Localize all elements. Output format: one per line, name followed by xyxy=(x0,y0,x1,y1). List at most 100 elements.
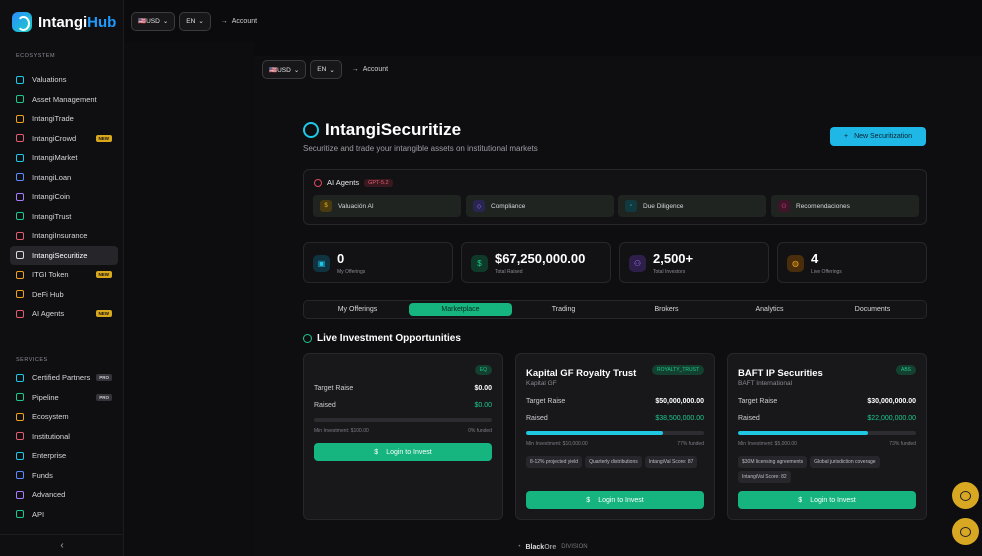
sidebar-item-itgi-token[interactable]: ITGI Token NEW xyxy=(10,265,118,285)
globe-icon: ◍ xyxy=(787,255,804,272)
sidebar-item-label: IntangiMarket xyxy=(32,153,78,163)
sidebar-item-label: DeFi Hub xyxy=(32,289,64,299)
sidebar-item-label: IntangiCoin xyxy=(32,192,70,202)
language-select[interactable]: EN ⌄ xyxy=(179,11,211,31)
users-icon: ⚇ xyxy=(778,200,790,212)
sidebar-item-enterprise[interactable]: Enterprise xyxy=(10,446,118,466)
offering-type-badge: ROYALTY_TRUST xyxy=(651,365,704,375)
target-raise-row: Target Raise $50,000,000.00 xyxy=(526,398,704,405)
sidebar-item-certified-partners[interactable]: Certified Partners PRO xyxy=(10,368,118,388)
page-header: IntangiSecuritize Securitize and trade y… xyxy=(303,120,538,153)
chevron-down-icon: ⌄ xyxy=(198,18,204,25)
feature-chip: 8-12% projected yield xyxy=(526,456,583,468)
login-to-invest-button[interactable]: $ Login to Invest xyxy=(526,491,704,509)
raised-row: Raised $38,500,000.00 xyxy=(526,415,704,422)
login-icon: → xyxy=(351,66,359,73)
raised-row: Raised $0.00 xyxy=(314,402,492,409)
sidebar-item-intangicrowd[interactable]: IntangiCrowd NEW xyxy=(10,129,118,149)
offering-name: Kapital GF Royalty Trust xyxy=(526,368,637,379)
sidebar-item-api[interactable]: API xyxy=(10,505,118,525)
raised-row: Raised $22,000,000.00 xyxy=(738,415,916,422)
sidebar-item-label: API xyxy=(32,509,45,519)
agent-recommendations-button[interactable]: ⚇ Recomendaciones xyxy=(771,195,919,217)
sidebar-item-asset-management[interactable]: Asset Management xyxy=(10,90,118,110)
language-select[interactable]: EN ⌄ xyxy=(310,60,342,79)
rocket-icon xyxy=(16,134,24,143)
offering-type-badge: ABS xyxy=(895,365,916,375)
securitize-tabs: My Offerings Marketplace Trading Brokers Ana… xyxy=(303,300,927,319)
investment-meta: Min Investment: $5,000.00 73% funded xyxy=(738,441,916,447)
sidebar-item-intangicoin[interactable]: IntangiCoin xyxy=(10,187,118,207)
page-subtitle: Securitize and trade your intangible ass… xyxy=(303,144,538,153)
tab-trading[interactable]: Trading xyxy=(512,303,615,316)
offering-card: EQ Target Raise $0.00 Raised $0.00 Min Invest… xyxy=(303,353,503,520)
bank-icon xyxy=(16,251,24,260)
chat-button-secondary[interactable] xyxy=(952,518,979,545)
stat-total-raised: $ $67,250,000.00 Total Raised xyxy=(461,242,611,283)
funding-progress-fill xyxy=(738,431,868,435)
sidebar-nav: Valuations Asset Management IntangiTrade In… xyxy=(10,70,118,324)
bank-icon xyxy=(16,471,24,480)
tab-documents[interactable]: Documents xyxy=(821,303,924,316)
sidebar-item-intangitrust[interactable]: IntangiTrust xyxy=(10,207,118,227)
tab-brokers[interactable]: Brokers xyxy=(615,303,718,316)
sidebar-item-label: ITGI Token xyxy=(32,270,69,280)
funding-progress-fill xyxy=(526,431,664,435)
chat-button[interactable] xyxy=(952,482,979,509)
brand-logo[interactable]: IntangiHub xyxy=(12,12,116,32)
collapse-sidebar-button[interactable]: ‹ xyxy=(0,534,124,556)
live-opportunities-heading: Live Investment Opportunities xyxy=(303,333,461,344)
agent-compliance-button[interactable]: ◇ Compliance xyxy=(466,195,614,217)
agent-valuation-button[interactable]: $ Valuación AI xyxy=(313,195,461,217)
tab-analytics[interactable]: Analytics xyxy=(718,303,821,316)
document-icon xyxy=(16,212,24,221)
document-icon: ▫ xyxy=(625,200,637,212)
sidebar-item-ecosystem[interactable]: Ecosystem xyxy=(10,407,118,427)
new-securitization-button[interactable]: + New Securitization xyxy=(830,127,926,146)
sidebar-item-intangimarket[interactable]: IntangiMarket xyxy=(10,148,118,168)
main-panel: 🇺🇸USD ⌄ EN ⌄ → Account IntangiSecuritize Se… xyxy=(254,56,982,556)
git-icon xyxy=(16,393,24,402)
currency-select[interactable]: 🇺🇸USD ⌄ xyxy=(262,60,307,79)
sidebar-item-label: Ecosystem xyxy=(32,412,69,422)
network-icon xyxy=(16,412,24,421)
chat-icon xyxy=(960,490,971,501)
currency-select[interactable]: 🇺🇸USD ⌄ xyxy=(131,11,176,31)
dollar-icon: $ xyxy=(798,496,803,504)
footer-icon: • xyxy=(518,544,521,550)
sidebar-item-intangitrade[interactable]: IntangiTrade xyxy=(10,109,118,129)
tab-marketplace[interactable]: Marketplace xyxy=(409,303,512,316)
sidebar-item-intangisecuritize[interactable]: IntangiSecuritize xyxy=(10,245,118,265)
investment-meta: Min Investment: $100.00 0% funded xyxy=(314,428,492,434)
bar-chart-icon xyxy=(16,75,24,84)
sidebar-item-pipeline[interactable]: Pipeline PRO xyxy=(10,388,118,408)
shield-icon xyxy=(16,231,24,240)
sidebar-item-intangiinsurance[interactable]: IntangiInsurance xyxy=(10,226,118,246)
briefcase-icon: ▣ xyxy=(313,255,330,272)
stat-live-offerings: ◍ 4 Live Offerings xyxy=(777,242,927,283)
brand-name: Intangi xyxy=(38,13,88,31)
wallet-icon xyxy=(16,114,24,123)
login-to-invest-button[interactable]: $ Login to Invest xyxy=(738,491,916,509)
feature-chip: IntangiVal Score: 82 xyxy=(738,471,791,483)
account-link[interactable]: → Account xyxy=(221,18,257,25)
sidebar-item-funds[interactable]: Funds xyxy=(10,466,118,486)
login-to-invest-button[interactable]: $ Login to Invest xyxy=(314,443,492,461)
securitize-icon xyxy=(303,122,319,138)
sidebar-item-advanced[interactable]: Advanced xyxy=(10,485,118,505)
side-gutter xyxy=(124,42,254,556)
users-icon xyxy=(16,373,24,382)
ecosystem-label: ECOSYSTEM xyxy=(16,53,56,59)
agent-due-diligence-button[interactable]: ▫ Due Diligence xyxy=(618,195,766,217)
sidebar-item-label: Funds xyxy=(32,470,53,480)
account-link[interactable]: → Account xyxy=(352,66,388,73)
chat-icon xyxy=(960,526,971,537)
sidebar-item-institutional[interactable]: Institutional xyxy=(10,427,118,447)
stat-total-investors: ⚇ 2,500+ Total Investors xyxy=(619,242,769,283)
sidebar-item-valuations[interactable]: Valuations xyxy=(10,70,118,90)
tab-my-offerings[interactable]: My Offerings xyxy=(306,303,409,316)
offering-features: $30M licensing agreements Global jurisdic… xyxy=(738,456,918,483)
sidebar-item-ai-agents[interactable]: AI Agents NEW xyxy=(10,304,118,324)
sidebar-item-defi-hub[interactable]: DeFi Hub xyxy=(10,285,118,305)
sidebar-item-intangiloan[interactable]: IntangiLoan xyxy=(10,168,118,188)
